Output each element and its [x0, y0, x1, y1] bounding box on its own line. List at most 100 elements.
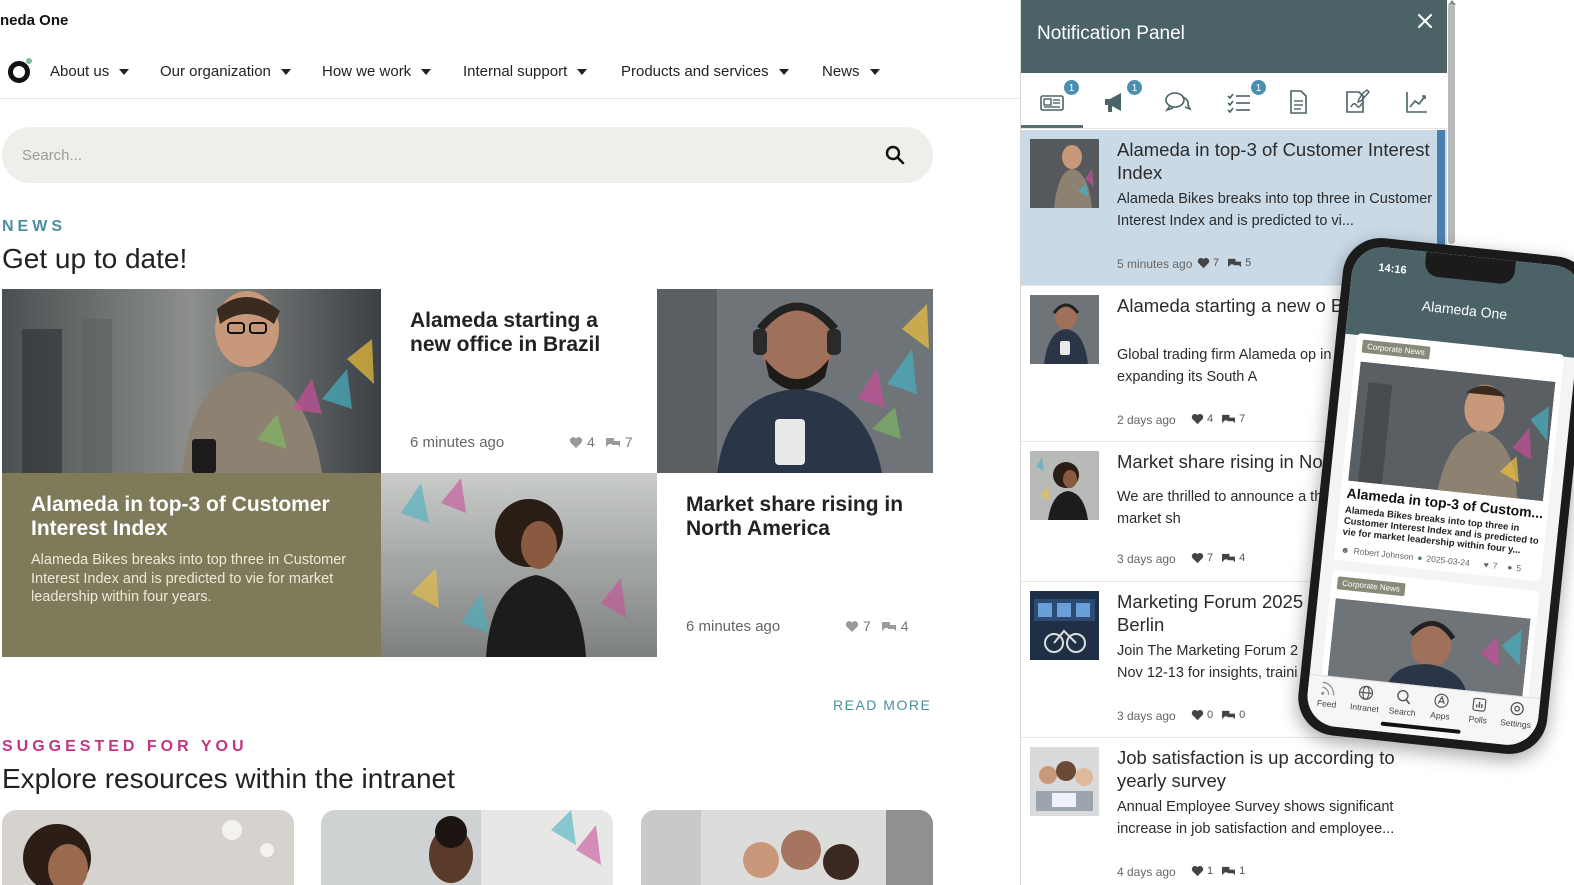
news-section-title: Get up to date!: [2, 243, 188, 274]
tile-title: Market share rising in North America: [686, 493, 904, 540]
nav-item-about-us[interactable]: About us: [50, 63, 130, 80]
heart-icon: [1197, 258, 1210, 269]
comments-icon: [881, 621, 896, 631]
phone-tab-label: Settings: [1499, 717, 1532, 731]
phone-tab-apps[interactable]: Apps: [1420, 691, 1463, 723]
feed-item[interactable]: Job satisfaction is up according to year…: [1021, 738, 1447, 885]
caret-down-icon: [280, 68, 291, 75]
news-eyebrow: NEWS: [2, 218, 66, 235]
phone-tab-intranet[interactable]: Intranet: [1344, 683, 1387, 715]
phone-tab-label: Feed: [1316, 697, 1337, 710]
tab-badge: 1: [1126, 79, 1143, 96]
comment-count: 5: [1245, 257, 1252, 269]
comment-count: 5: [1515, 562, 1522, 574]
chart-icon: [1406, 92, 1427, 113]
resource-card-2[interactable]: [321, 810, 613, 885]
phone-tab-search[interactable]: Search: [1382, 687, 1425, 719]
news-photo-woman[interactable]: [381, 473, 657, 657]
heart-icon: [569, 436, 583, 448]
search-icon: [1397, 689, 1411, 705]
phone-card-photo: [1348, 361, 1556, 502]
like-count: 7: [1213, 257, 1220, 269]
resource-card-3[interactable]: [641, 810, 933, 885]
like-count: 4: [587, 434, 595, 450]
feed-description: Join The Marketing Forum 2 Nov 12-13 for…: [1117, 643, 1299, 681]
phone-tab-label: Polls: [1468, 713, 1488, 726]
suggested-eyebrow: SUGGESTED FOR YOU: [2, 738, 248, 755]
nav-label: About us: [50, 63, 110, 80]
search-icon[interactable]: [883, 143, 907, 167]
phone-tab-feed[interactable]: Feed: [1306, 679, 1349, 711]
nav-label: Our organization: [160, 63, 271, 80]
tile-description: Alameda Bikes breaks into top three in C…: [31, 552, 347, 605]
news-tile-north-america[interactable]: Market share rising in North America 6 m…: [657, 473, 933, 657]
news-tile-brazil[interactable]: Alameda starting a new office in Brazil …: [381, 289, 657, 473]
panel-tabs: 1 1 1: [1021, 73, 1447, 129]
globe-icon: [1358, 685, 1374, 700]
like-count: 7: [1492, 560, 1498, 571]
phone-news-card[interactable]: Corporate News Alameda in top-3 of Custo…: [1333, 332, 1565, 582]
apps-icon: [1434, 693, 1449, 708]
tab-conversations[interactable]: [1162, 87, 1192, 117]
signature-icon: [1346, 89, 1370, 113]
nav-item-internal-support[interactable]: Internal support: [463, 63, 588, 80]
phone-clock: 14:16: [1377, 261, 1408, 277]
logo-icon[interactable]: [8, 61, 30, 83]
like-count: 7: [1207, 552, 1214, 564]
news-tile-customer-index[interactable]: Alameda in top-3 of Customer Interest In…: [2, 473, 381, 657]
nav-label: News: [822, 63, 860, 80]
panel-header: Notification Panel: [1021, 0, 1447, 73]
category-tag: Corporate News: [1336, 576, 1406, 597]
phone-tab-polls[interactable]: Polls: [1457, 695, 1500, 727]
nav-label: Products and services: [621, 63, 769, 80]
tile-title: Alameda in top-3 of Customer Interest In…: [31, 493, 330, 540]
resource-card-1[interactable]: [2, 810, 294, 885]
author-name: Robert Johnson: [1353, 545, 1414, 563]
read-more-link[interactable]: READ MORE: [833, 697, 931, 713]
feed-title: Marketing Forum 2025 Berlin: [1117, 591, 1304, 635]
tab-badge: 1: [1063, 79, 1080, 96]
top-navigation: About us Our organization How we work In…: [0, 52, 1020, 99]
nav-item-products-and-services[interactable]: Products and services: [621, 63, 789, 80]
search-input[interactable]: [22, 141, 842, 169]
tab-tasks[interactable]: 1: [1224, 79, 1267, 117]
comment-count: 7: [1239, 413, 1246, 425]
panel-scrollbar[interactable]: [1448, 4, 1455, 244]
tab-documents[interactable]: [1283, 87, 1313, 117]
phone-tab-settings[interactable]: Settings: [1495, 699, 1538, 731]
comments-icon: [1228, 258, 1242, 268]
nav-item-how-we-work[interactable]: How we work: [322, 63, 432, 80]
feed-thumbnail: [1030, 591, 1099, 660]
brand-name: neda One: [0, 12, 69, 29]
tab-analytics[interactable]: [1402, 87, 1432, 117]
comment-count: 1: [1239, 865, 1246, 877]
tile-time: 6 minutes ago: [686, 618, 781, 635]
feed-counts: 7 5: [1197, 257, 1251, 269]
caret-down-icon: [421, 68, 432, 75]
caret-down-icon: [577, 68, 588, 75]
comment-count: 7: [624, 434, 633, 450]
post-date: 2025-03-24: [1425, 553, 1471, 568]
feed-thumbnail: [1030, 295, 1099, 364]
comments-icon: [1222, 866, 1236, 876]
headphones-man-photo: [657, 289, 933, 473]
search-bar: [2, 127, 933, 183]
feed-description: Annual Employee Survey shows significant…: [1117, 799, 1395, 837]
businessman-photo: [2, 289, 381, 473]
tile-title: Alameda starting a new office in Brazil: [410, 309, 601, 356]
active-tab-indicator: [1021, 125, 1083, 128]
feed-time: 5 minutes ago: [1117, 257, 1193, 271]
tab-announcements[interactable]: 1: [1100, 79, 1143, 117]
nav-item-our-organization[interactable]: Our organization: [160, 63, 291, 80]
feed-time: 2 days ago: [1117, 413, 1176, 427]
tab-signatures[interactable]: [1341, 87, 1371, 117]
news-photo-businessman[interactable]: [2, 289, 381, 473]
suggested-section-title: Explore resources within the intranet: [2, 763, 455, 794]
tab-news[interactable]: 1: [1037, 79, 1080, 117]
date-icon: ●: [1416, 552, 1424, 563]
tile-time: 6 minutes ago: [410, 434, 505, 451]
close-icon[interactable]: [1415, 11, 1435, 31]
nav-item-news[interactable]: News: [822, 63, 880, 80]
heart-icon: [1191, 866, 1204, 877]
news-photo-headphones[interactable]: [657, 289, 933, 473]
